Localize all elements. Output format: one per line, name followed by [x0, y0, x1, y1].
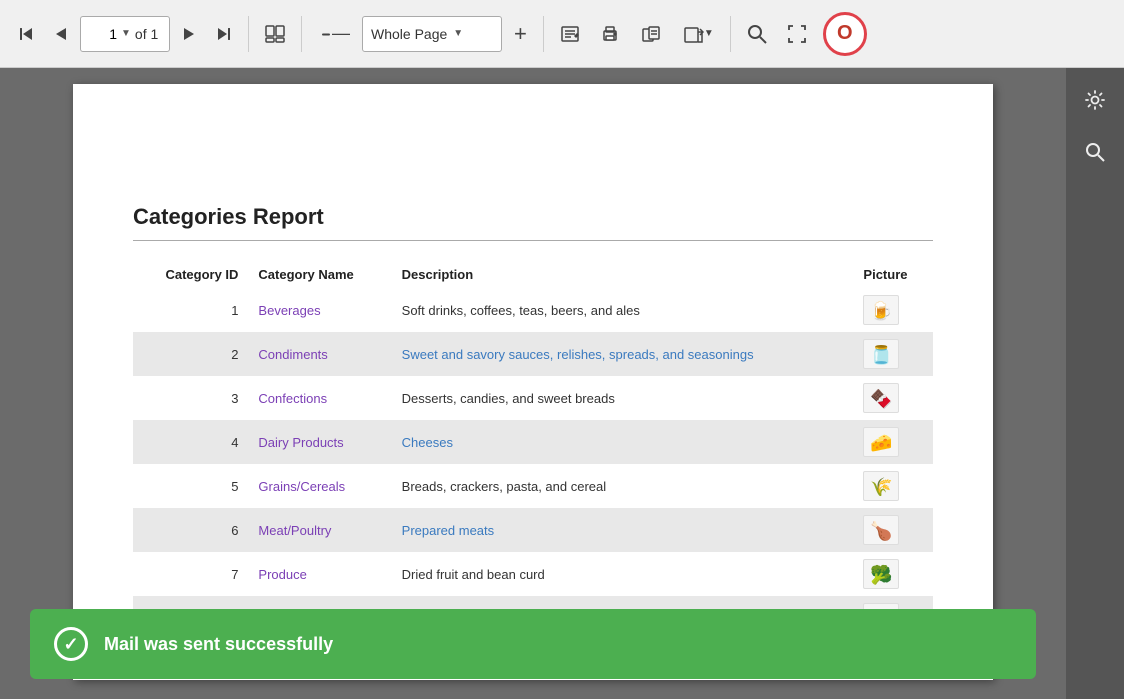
- table-row: 7ProduceDried fruit and bean curd🥦: [133, 552, 933, 596]
- cell-picture: 🫙: [853, 332, 933, 376]
- right-sidebar: [1066, 68, 1124, 699]
- separator-4: [730, 16, 731, 52]
- cell-id: 2: [133, 332, 248, 376]
- cell-picture: 🥦: [853, 552, 933, 596]
- document-page: Categories Report Category ID Category N…: [73, 84, 993, 680]
- report-table: Category ID Category Name Description Pi…: [133, 261, 933, 640]
- cell-description: Breads, crackers, pasta, and cereal: [392, 464, 854, 508]
- cell-name: Meat/Poultry: [248, 508, 391, 552]
- cell-name: Dairy Products: [248, 420, 391, 464]
- col-header-id: Category ID: [133, 261, 248, 288]
- table-row: 6Meat/PoultryPrepared meats🍗: [133, 508, 933, 552]
- report-title: Categories Report: [133, 204, 933, 230]
- first-page-button[interactable]: [10, 20, 42, 48]
- zoom-dropdown-arrow[interactable]: ▼: [453, 28, 463, 39]
- cell-name: Produce: [248, 552, 391, 596]
- office-icon: O: [837, 22, 853, 45]
- search-button[interactable]: [739, 18, 775, 50]
- cell-name: Condiments: [248, 332, 391, 376]
- cell-picture: 🧀: [853, 420, 933, 464]
- cell-picture: 🍫: [853, 376, 933, 420]
- zoom-out-button[interactable]: —: [310, 17, 358, 50]
- cell-description: Soft drinks, coffees, teas, beers, and a…: [392, 288, 854, 332]
- table-row: 4Dairy ProductsCheeses🧀: [133, 420, 933, 464]
- fullscreen-button[interactable]: [779, 18, 815, 50]
- success-banner: ✓ Mail was sent successfully: [30, 609, 1036, 679]
- cell-picture: 🍺: [853, 288, 933, 332]
- table-row: 2CondimentsSweet and savory sauces, reli…: [133, 332, 933, 376]
- cell-description: Prepared meats: [392, 508, 854, 552]
- cell-picture: 🌾: [853, 464, 933, 508]
- toolbar: 1 ▼ of 1 — Whole Page ▼: [0, 0, 1124, 68]
- page-input-group: 1 ▼ of 1: [80, 16, 170, 52]
- col-header-name: Category Name: [248, 261, 391, 288]
- separator-1: [248, 16, 249, 52]
- prev-page-button[interactable]: [46, 20, 76, 48]
- title-rule: [133, 240, 933, 241]
- cell-id: 6: [133, 508, 248, 552]
- sidebar-search-button[interactable]: [1073, 130, 1117, 174]
- cell-name: Beverages: [248, 288, 391, 332]
- table-row: 5Grains/CerealsBreads, crackers, pasta, …: [133, 464, 933, 508]
- cell-name: Confections: [248, 376, 391, 420]
- multi-page-button[interactable]: [257, 19, 293, 49]
- print-button[interactable]: [592, 18, 628, 50]
- next-page-button[interactable]: [174, 20, 204, 48]
- cell-id: 7: [133, 552, 248, 596]
- separator-2: [301, 16, 302, 52]
- col-header-desc: Description: [392, 261, 854, 288]
- content-area: Categories Report Category ID Category N…: [0, 68, 1066, 699]
- cell-description: Sweet and savory sauces, relishes, sprea…: [392, 332, 854, 376]
- last-page-button[interactable]: [208, 20, 240, 48]
- table-row: 3ConfectionsDesserts, candies, and sweet…: [133, 376, 933, 420]
- page-dropdown-arrow[interactable]: ▼: [121, 28, 131, 39]
- cell-id: 1: [133, 288, 248, 332]
- edit-button[interactable]: [552, 19, 588, 49]
- table-row: 1BeveragesSoft drinks, coffees, teas, be…: [133, 288, 933, 332]
- success-message: Mail was sent successfully: [104, 634, 333, 655]
- main-area: Categories Report Category ID Category N…: [0, 68, 1124, 699]
- separator-3: [543, 16, 544, 52]
- success-check-icon: ✓: [54, 627, 88, 661]
- sidebar-settings-button[interactable]: [1073, 78, 1117, 122]
- cell-id: 3: [133, 376, 248, 420]
- page-of-label: of 1: [135, 26, 158, 42]
- page-number-input[interactable]: 1: [87, 26, 117, 42]
- col-header-picture: Picture: [853, 261, 933, 288]
- cell-name: Grains/Cereals: [248, 464, 391, 508]
- zoom-value-label: Whole Page: [371, 26, 447, 42]
- cell-description: Desserts, candies, and sweet breads: [392, 376, 854, 420]
- cell-id: 5: [133, 464, 248, 508]
- zoom-in-button[interactable]: +: [506, 15, 535, 53]
- print-preview-button[interactable]: [632, 18, 670, 50]
- office-button[interactable]: O: [823, 12, 867, 56]
- cell-description: Dried fruit and bean curd: [392, 552, 854, 596]
- cell-description: Cheeses: [392, 420, 854, 464]
- export-button[interactable]: ▼: [674, 18, 722, 50]
- zoom-select-group[interactable]: Whole Page ▼: [362, 16, 502, 52]
- cell-id: 4: [133, 420, 248, 464]
- cell-picture: 🍗: [853, 508, 933, 552]
